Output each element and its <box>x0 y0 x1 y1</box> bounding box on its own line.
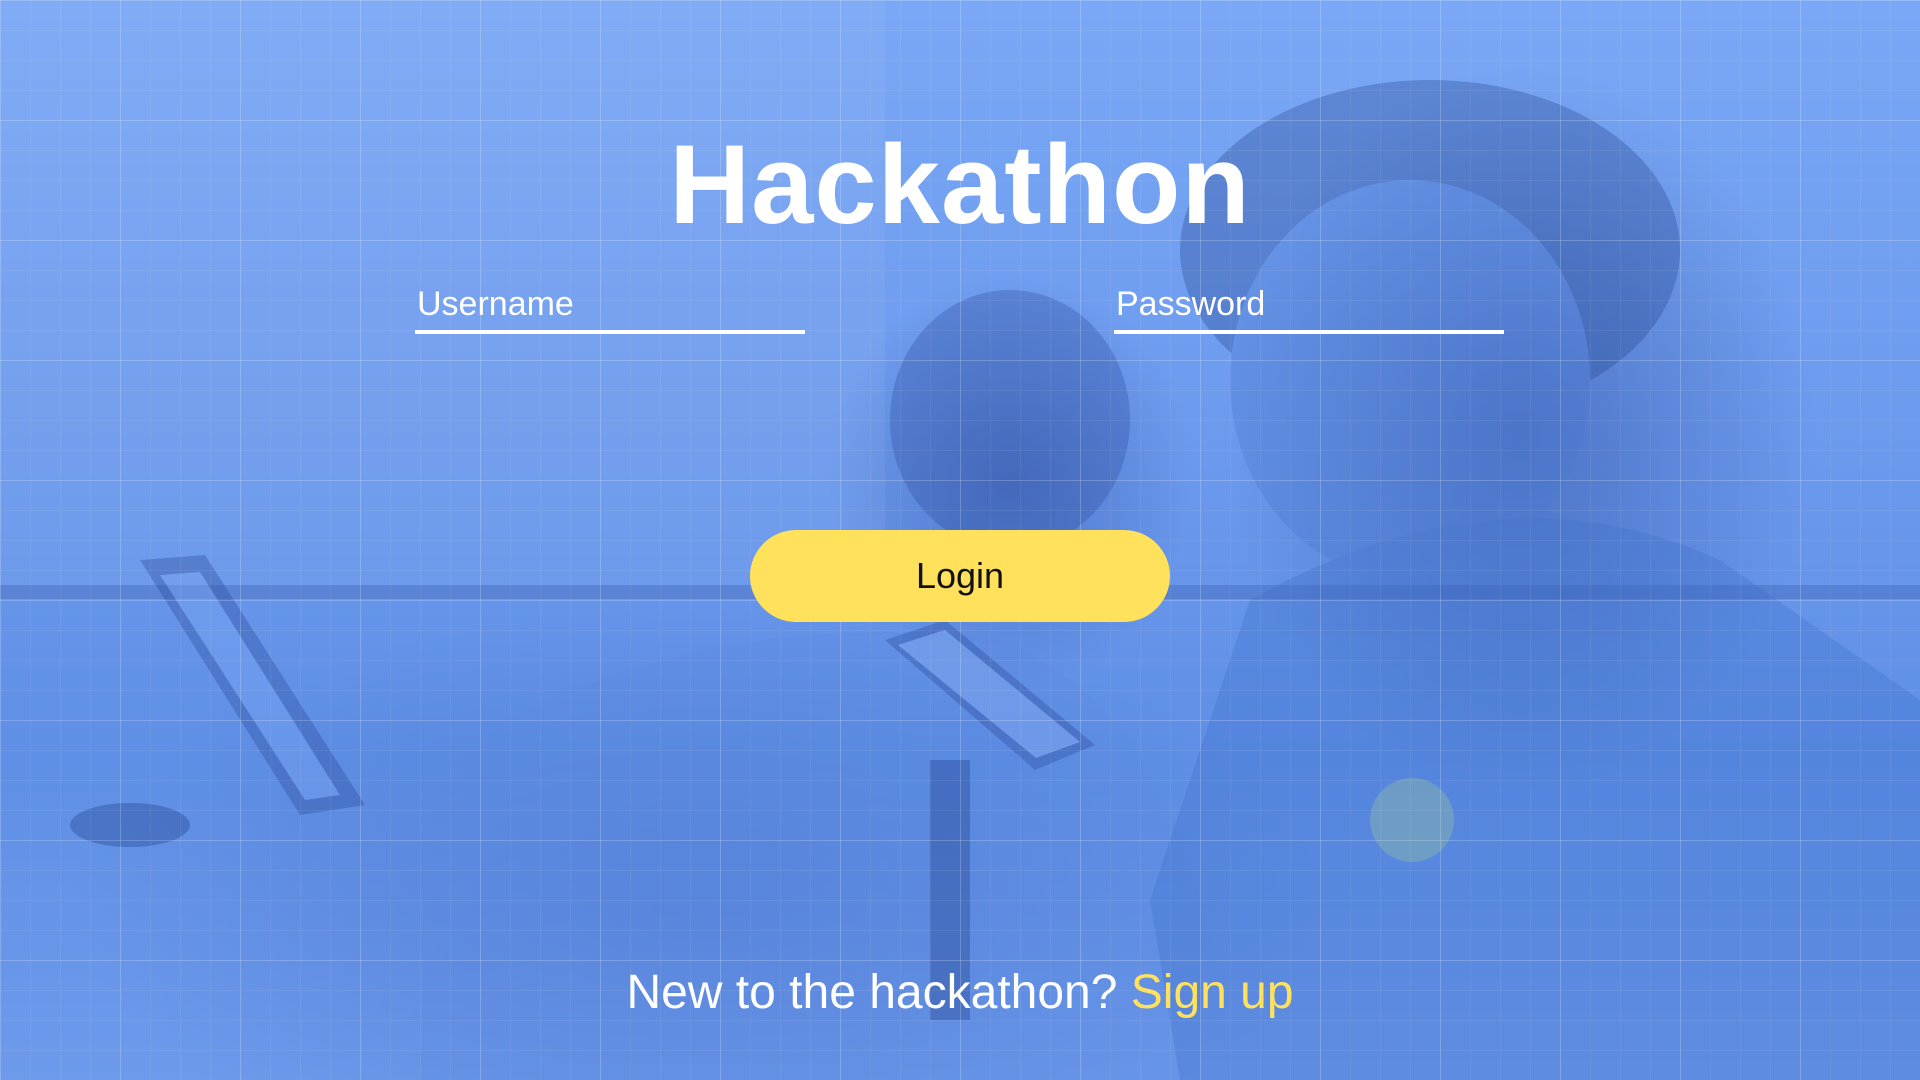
password-field[interactable] <box>1114 284 1504 334</box>
password-input[interactable] <box>1114 284 1504 330</box>
page-title: Hackathon <box>669 122 1251 248</box>
username-input[interactable] <box>415 284 805 330</box>
signup-prompt-text: New to the hackathon? <box>626 966 1131 1019</box>
login-button[interactable]: Login <box>750 530 1170 622</box>
signup-prompt: New to the hackathon? Sign up <box>0 965 1920 1020</box>
username-field[interactable] <box>415 284 805 334</box>
signup-link[interactable]: Sign up <box>1131 966 1294 1019</box>
